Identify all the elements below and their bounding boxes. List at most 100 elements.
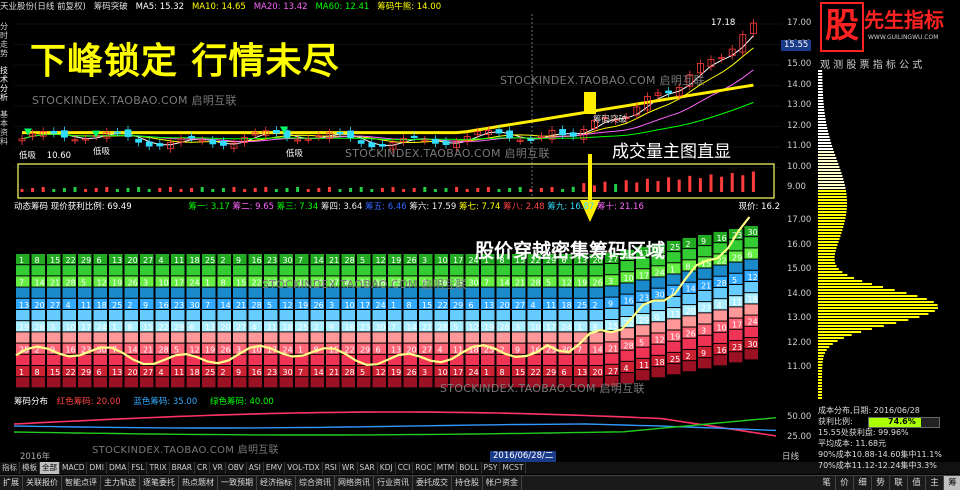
indicator-tab-fsl[interactable]: FSL [129, 462, 148, 474]
chip-band-number: 5 [453, 323, 458, 332]
tab-fundamentals[interactable]: 基本资料 [0, 110, 12, 146]
indicator-tab-dmi[interactable]: DMI [87, 462, 107, 474]
indicator-tab-roc[interactable]: ROC [413, 462, 435, 474]
indicator-tab-psy[interactable]: PSY [482, 462, 501, 474]
chip-band-number: 16 [345, 323, 355, 332]
indicator-tab-brar[interactable]: BRAR [170, 462, 196, 474]
tab-technical[interactable]: 技术分析 [0, 66, 12, 102]
indicator-tab-obv[interactable]: OBV [226, 462, 247, 474]
chip-band [16, 287, 30, 298]
chip-band [512, 310, 526, 321]
right-tab[interactable]: 值 [908, 476, 926, 490]
indicator-tab-rsi[interactable]: RSI [323, 462, 340, 474]
bottom-menu-item[interactable]: 关联报价 [23, 476, 62, 490]
chip-band-number: 30 [748, 340, 758, 349]
chip-band-number: 5 [360, 368, 365, 377]
chip-band [729, 262, 743, 273]
chip-band [357, 332, 371, 343]
bottom-menu-item[interactable]: 经济指标 [257, 476, 296, 490]
indicator-tab-mtm[interactable]: MTM [435, 462, 458, 474]
indicator-tab-vr[interactable]: VR [210, 462, 226, 474]
histogram-bar [818, 256, 835, 258]
chip-band [171, 287, 185, 298]
logo-text: 先生指标 [864, 8, 944, 32]
right-tab[interactable]: 筹 [944, 476, 960, 490]
dynamic-chip-chart[interactable]: 1713192518142026281521273915222841016222… [14, 214, 781, 394]
indicator-tab-指标[interactable]: 指标 [0, 462, 20, 474]
chip-band [357, 265, 371, 276]
right-tab[interactable]: 笔 [818, 476, 836, 490]
indicator-tab-全部[interactable]: 全部 [40, 462, 60, 474]
indicator-tab-sar[interactable]: SAR [358, 462, 378, 474]
bottom-menu-item[interactable]: 智能点评 [62, 476, 101, 490]
watermark-chip-2: STOCKINDEX.TAOBAO.COM 启明互联 [440, 382, 645, 395]
bottom-menu-item[interactable]: 网络资讯 [335, 476, 374, 490]
bottom-menu-item[interactable]: 持仓股 [452, 476, 483, 490]
bottom-menu-item[interactable]: 主力轨迹 [101, 476, 140, 490]
bottom-menu-item[interactable]: 行业资讯 [374, 476, 413, 490]
chip-band [667, 319, 681, 330]
indicator-tab-vol-tdx[interactable]: VOL-TDX [285, 462, 323, 474]
blue-chip-line [14, 423, 777, 432]
histogram-bar [818, 112, 825, 114]
chip-band-number: 15 [515, 368, 525, 377]
chip-band [217, 377, 231, 388]
current-price-tag: 15.55 [781, 40, 812, 51]
chip-band-number: 29 [639, 316, 649, 325]
chip-band [62, 287, 76, 298]
chip-band-number: 19 [298, 301, 308, 310]
chip-band [419, 310, 433, 321]
indicator-tab-wr[interactable]: WR [340, 462, 358, 474]
indicator-tab-kdj[interactable]: KDJ [378, 462, 396, 474]
chip-band-number: 21 [329, 368, 339, 377]
chip-band-number: 6 [655, 313, 660, 322]
chip-band [651, 344, 665, 355]
indicator-tab-cr[interactable]: CR [195, 462, 211, 474]
bottom-menu-item[interactable]: 一致预期 [218, 476, 257, 490]
chip-band [357, 377, 371, 388]
chip-band-number: 19 [19, 323, 29, 332]
chip-band-number: 1 [298, 346, 303, 355]
chip-band [31, 332, 45, 343]
ma10-value: MA10: 14.65 [191, 2, 246, 12]
right-tab[interactable]: 细 [854, 476, 872, 490]
right-tab[interactable]: 主 [926, 476, 944, 490]
histogram-bar [818, 76, 823, 78]
chip-band [574, 310, 588, 321]
chip-axis-tick: 14.00 [787, 288, 812, 299]
indicator-tab-boll[interactable]: BOLL [457, 462, 482, 474]
chip-band-number: 3 [515, 323, 520, 332]
chip-band-number: 30 [376, 323, 386, 332]
bottom-menu-item[interactable]: 委托成交 [413, 476, 452, 490]
chip-band-number: 21 [329, 256, 339, 265]
volume-bar [571, 186, 575, 192]
right-tab[interactable]: 价 [836, 476, 854, 490]
histogram-bar [818, 187, 846, 189]
indicator-tab-模板[interactable]: 模板 [20, 462, 40, 474]
indicator-tab-macd[interactable]: MACD [60, 462, 88, 474]
indicator-tab-dma[interactable]: DMA [107, 462, 130, 474]
histogram-bar [818, 79, 823, 81]
histogram-bar [818, 190, 847, 192]
indicator-tab-cci[interactable]: CCI [396, 462, 414, 474]
tab-intraday[interactable]: 分时走势 [0, 22, 12, 58]
histogram-bar [818, 238, 840, 240]
cost-distribution-histogram[interactable] [818, 70, 960, 400]
right-tab[interactable]: 势 [872, 476, 890, 490]
indicator-tab-mcst[interactable]: MCST [500, 462, 527, 474]
indicator-tab-emv[interactable]: EMV [264, 462, 286, 474]
chip-band-number: 2 [686, 240, 691, 249]
bottom-menu-item[interactable]: 帐户资金 [483, 476, 522, 490]
right-tab[interactable]: 联 [890, 476, 908, 490]
bottom-menu-item[interactable]: 逐笔委托 [140, 476, 179, 490]
indicator-tab-asi[interactable]: ASI [247, 462, 264, 474]
chip-band-number: 12 [469, 323, 479, 332]
bottom-menu-item[interactable]: 扩展 [0, 476, 23, 490]
bottom-menu-item[interactable]: 热点题材 [179, 476, 218, 490]
bottom-menu-item[interactable]: 综合资讯 [296, 476, 335, 490]
chip-band-number: 2 [686, 352, 691, 361]
chip-band [713, 310, 727, 321]
indicator-tab-trix[interactable]: TRIX [147, 462, 170, 474]
candle-body [495, 129, 503, 134]
chip-axis-tick: 15.00 [787, 264, 812, 274]
